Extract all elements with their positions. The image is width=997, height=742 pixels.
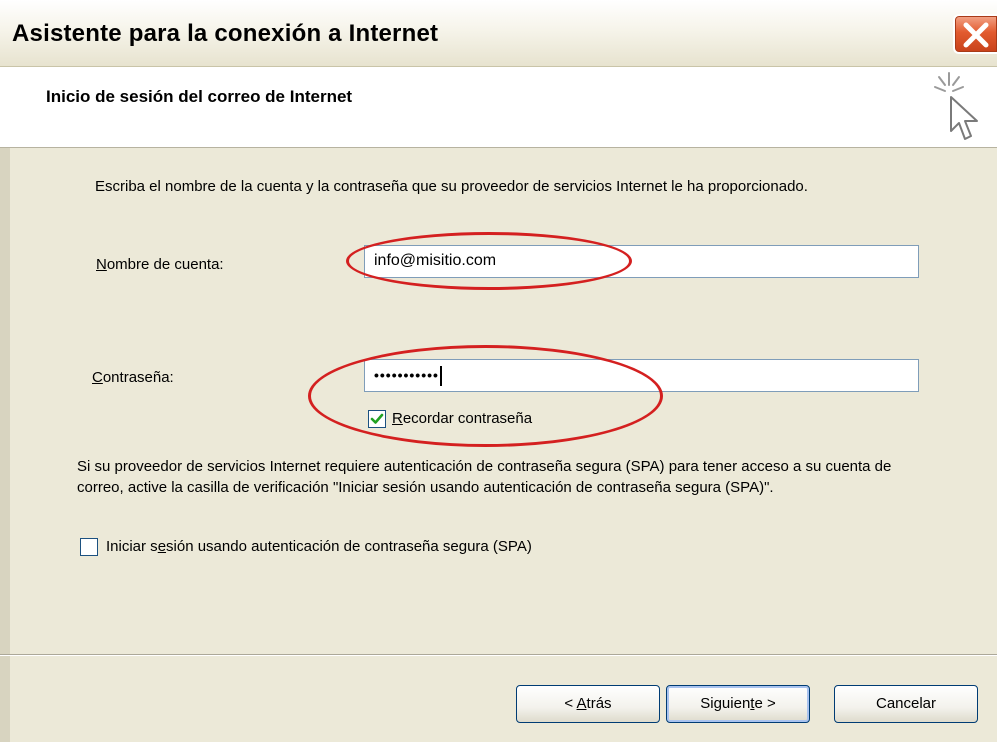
account-label-rest: ombre de cuenta: xyxy=(106,256,224,273)
close-icon xyxy=(963,22,989,48)
password-label-mnemonic: C xyxy=(92,369,103,386)
wizard-header: Inicio de sesión del correo de Internet xyxy=(0,67,997,148)
highlight-ellipse-account xyxy=(346,232,632,290)
title-bar[interactable]: Asistente para la conexión a Internet xyxy=(0,0,997,67)
wizard-window: Asistente para la conexión a Internet In… xyxy=(0,0,997,742)
password-label: Contraseña: xyxy=(92,369,174,386)
password-label-rest: ontraseña: xyxy=(102,369,174,386)
account-name-label: Nombre de cuenta: xyxy=(96,256,224,273)
next-label-pre: Siguien xyxy=(700,695,751,712)
next-button[interactable]: Siguiente > xyxy=(666,685,810,723)
back-label-pre: < xyxy=(564,695,577,712)
spa-checkbox[interactable] xyxy=(80,538,98,556)
spa-label-mnemonic: e xyxy=(157,538,167,555)
window-title: Asistente para la conexión a Internet xyxy=(12,20,439,47)
spa-label-post: sión usando autenticación de contraseña … xyxy=(166,538,532,555)
spa-label-pre: Iniciar s xyxy=(106,538,158,555)
next-label-post: e > xyxy=(754,695,776,712)
back-label-post: trás xyxy=(586,695,612,712)
account-label-mnemonic: N xyxy=(96,256,107,273)
back-label-mnemonic: A xyxy=(576,695,587,712)
spa-info-text: Si su proveedor de servicios Internet re… xyxy=(77,458,892,496)
spa-checkbox-label[interactable]: Iniciar sesión usando autenticación de c… xyxy=(106,538,532,555)
back-button[interactable]: < Atrás xyxy=(516,685,660,723)
close-button[interactable] xyxy=(953,14,997,54)
wizard-sparkle-cursor-icon xyxy=(934,72,978,140)
cancel-button[interactable]: Cancelar xyxy=(834,685,978,723)
page-title: Inicio de sesión del correo de Internet xyxy=(46,87,353,106)
highlight-ellipse-password xyxy=(308,345,663,447)
instructions-text: Escriba el nombre de la cuenta y la cont… xyxy=(95,178,808,195)
